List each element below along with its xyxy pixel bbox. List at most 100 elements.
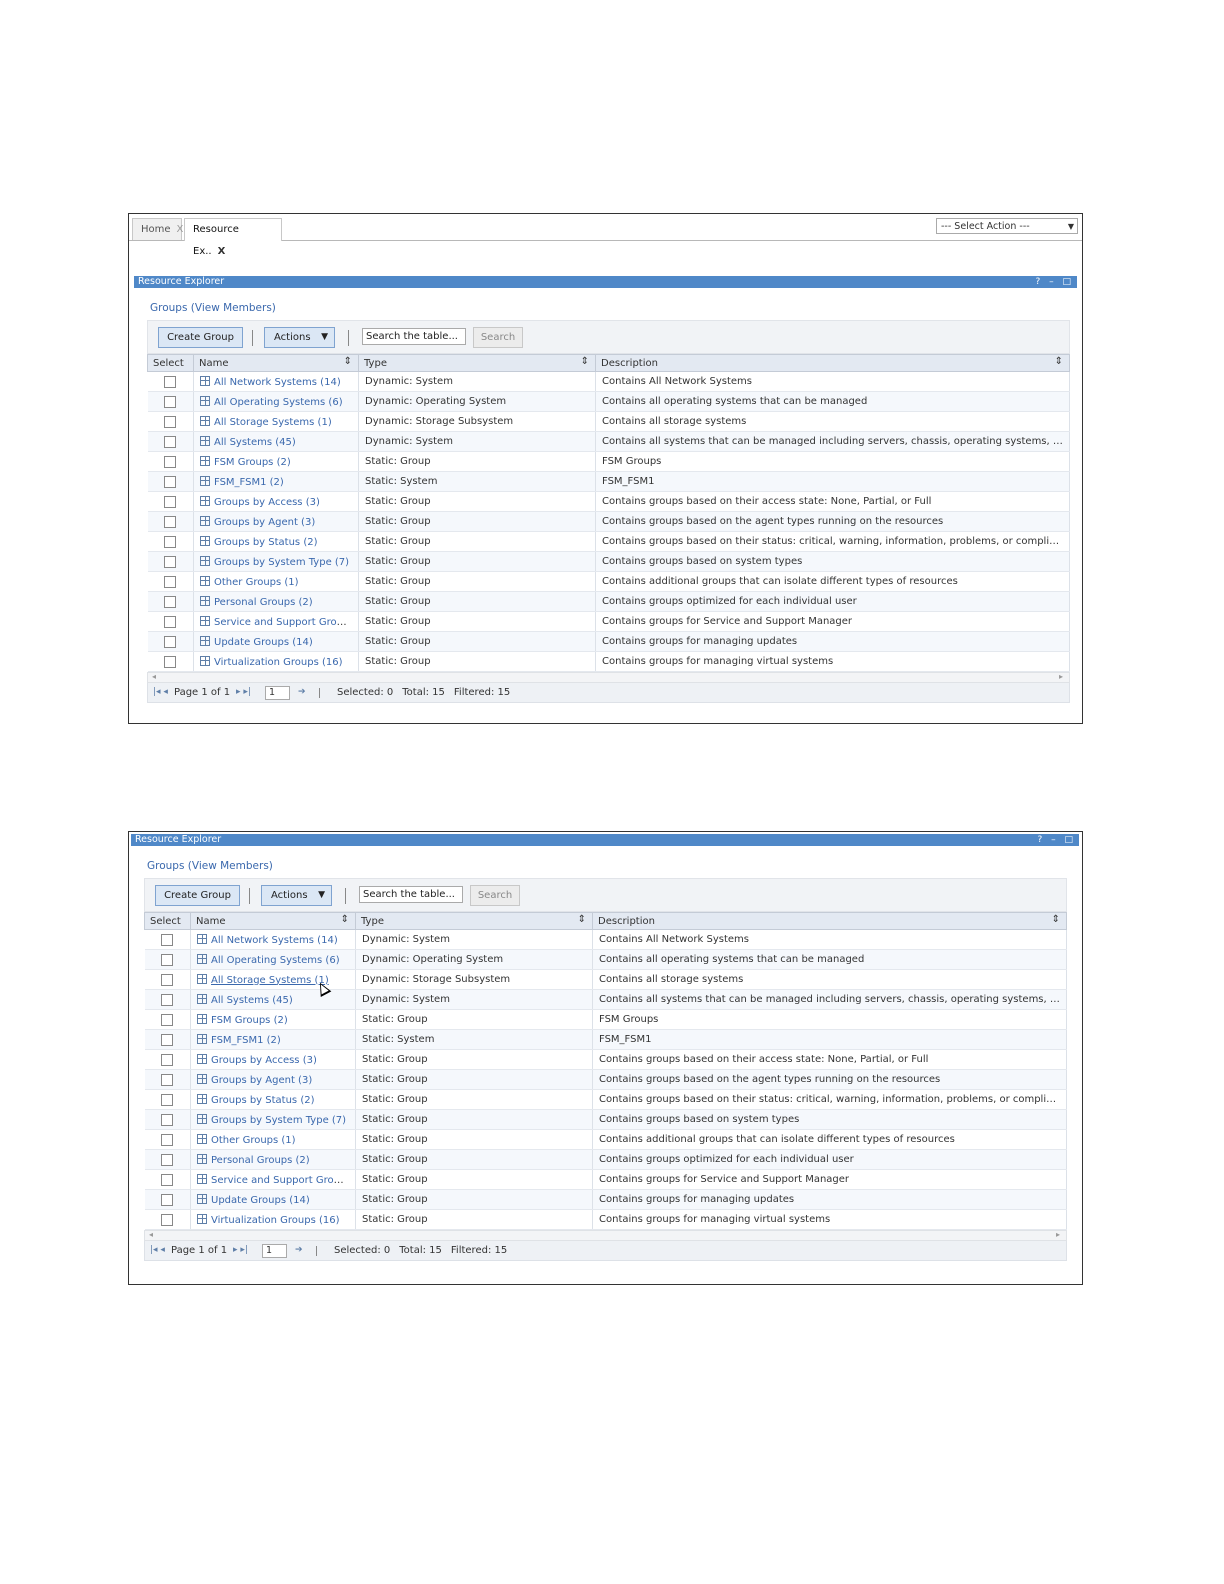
table-row[interactable]: Groups by System Type (7) Static: Group Co…	[147, 551, 1070, 572]
group-name-link[interactable]: All Storage Systems (1)	[214, 417, 332, 428]
go-icon[interactable]: ➔	[298, 683, 306, 702]
table-row[interactable]: Groups by Agent (3) Static: Group Contains…	[144, 1069, 1067, 1090]
go-icon[interactable]: ➔	[295, 1241, 303, 1260]
table-row[interactable]: Groups by Status (2) Static: Group Contain…	[144, 1089, 1067, 1110]
column-header-type[interactable]: Type ⇕	[355, 912, 593, 930]
sort-icon[interactable]: ⇕	[1055, 356, 1063, 367]
row-checkbox[interactable]	[164, 595, 177, 608]
group-name-link[interactable]: FSM Groups (2)	[214, 457, 291, 468]
scroll-left-icon[interactable]: ◂	[152, 672, 156, 681]
row-checkbox[interactable]	[161, 953, 174, 966]
row-checkbox[interactable]	[164, 655, 177, 668]
row-checkbox[interactable]	[161, 1113, 174, 1126]
table-row[interactable]: Service and Support Group... Static: Grou…	[144, 1169, 1067, 1190]
row-checkbox[interactable]	[164, 495, 177, 508]
column-header-description[interactable]: Description ⇕	[595, 354, 1070, 372]
group-name-link[interactable]: All Operating Systems (6)	[214, 397, 343, 408]
page-number-input[interactable]: 1	[262, 1244, 287, 1258]
row-checkbox[interactable]	[161, 993, 174, 1006]
table-row[interactable]: Virtualization Groups (16) Static: Group C…	[147, 651, 1070, 672]
table-row[interactable]: Personal Groups (2) Static: Group Contains…	[144, 1149, 1067, 1170]
column-header-name[interactable]: Name ⇕	[190, 912, 356, 930]
actions-button[interactable]: Actions ▼	[261, 885, 332, 906]
group-name-link[interactable]: Update Groups (14)	[214, 637, 313, 648]
row-checkbox[interactable]	[161, 933, 174, 946]
next-last-page-icon[interactable]: ▸ ▸|	[236, 683, 251, 702]
row-checkbox[interactable]	[164, 515, 177, 528]
group-name-link[interactable]: Groups by Access (3)	[211, 1055, 317, 1066]
table-row[interactable]: All Operating Systems (6) Dynamic: Operat…	[144, 949, 1067, 970]
close-icon[interactable]: X	[218, 246, 226, 257]
group-name-link[interactable]: Groups by System Type (7)	[214, 557, 349, 568]
row-checkbox[interactable]	[161, 1093, 174, 1106]
row-checkbox[interactable]	[161, 1133, 174, 1146]
group-name-link[interactable]: Personal Groups (2)	[214, 597, 313, 608]
column-header-name[interactable]: Name ⇕	[193, 354, 359, 372]
group-name-link[interactable]: Groups by Agent (3)	[214, 517, 315, 528]
table-row[interactable]: Other Groups (1) Static: Group Contains ad…	[144, 1129, 1067, 1150]
row-checkbox[interactable]	[161, 1193, 174, 1206]
groups-view-members-link[interactable]: Groups (View Members)	[150, 302, 1077, 314]
table-row[interactable]: Other Groups (1) Static: Group Contains ad…	[147, 571, 1070, 592]
group-name-link[interactable]: FSM_FSM1 (2)	[214, 477, 284, 488]
first-prev-page-icon[interactable]: |◂ ◂	[153, 683, 168, 702]
row-checkbox[interactable]	[164, 555, 177, 568]
sort-icon[interactable]: ⇕	[581, 356, 589, 367]
search-button[interactable]: Search	[473, 327, 523, 348]
horizontal-scrollbar[interactable]: ◂ ▸	[147, 672, 1070, 683]
search-input[interactable]: Search the table...	[362, 328, 466, 345]
table-row[interactable]: Update Groups (14) Static: Group Contains …	[147, 631, 1070, 652]
group-name-link[interactable]: Personal Groups (2)	[211, 1155, 310, 1166]
group-name-link[interactable]: Other Groups (1)	[211, 1135, 296, 1146]
sort-icon[interactable]: ⇕	[344, 356, 352, 367]
group-name-link[interactable]: All Operating Systems (6)	[211, 955, 340, 966]
group-name-link[interactable]: Other Groups (1)	[214, 577, 299, 588]
table-row[interactable]: All Storage Systems (1) Dynamic: Storage …	[147, 411, 1070, 432]
search-button[interactable]: Search	[470, 885, 520, 906]
row-checkbox[interactable]	[164, 535, 177, 548]
row-checkbox[interactable]	[164, 635, 177, 648]
row-checkbox[interactable]	[164, 575, 177, 588]
table-row[interactable]: Groups by Access (3) Static: Group Contain…	[147, 491, 1070, 512]
group-name-link[interactable]: FSM Groups (2)	[211, 1015, 288, 1026]
table-row[interactable]: FSM Groups (2) Static: Group FSM Groups	[147, 451, 1070, 472]
table-row[interactable]: Service and Support Group... Static: Grou…	[147, 611, 1070, 632]
column-header-description[interactable]: Description ⇕	[592, 912, 1067, 930]
table-row[interactable]: Groups by System Type (7) Static: Group Co…	[144, 1109, 1067, 1130]
first-prev-page-icon[interactable]: |◂ ◂	[150, 1241, 165, 1260]
group-name-link[interactable]: Service and Support Group...	[211, 1175, 355, 1186]
column-header-type[interactable]: Type ⇕	[358, 354, 596, 372]
table-row[interactable]: All Network Systems (14) Dynamic: System C…	[144, 929, 1067, 950]
row-checkbox[interactable]	[161, 973, 174, 986]
table-row[interactable]: FSM_FSM1 (2) Static: System FSM_FSM1	[144, 1029, 1067, 1050]
actions-button[interactable]: Actions ▼	[264, 327, 335, 348]
group-name-link[interactable]: All Storage Systems (1)	[211, 975, 329, 986]
horizontal-scrollbar[interactable]: ◂ ▸	[144, 1230, 1067, 1241]
row-checkbox[interactable]	[164, 615, 177, 628]
scroll-right-icon[interactable]: ▸	[1059, 672, 1063, 681]
page-number-input[interactable]: 1	[265, 686, 290, 700]
row-checkbox[interactable]	[161, 1033, 174, 1046]
close-icon[interactable]: X	[177, 224, 184, 235]
group-name-link[interactable]: All Network Systems (14)	[211, 935, 338, 946]
group-name-link[interactable]: Groups by Status (2)	[211, 1095, 315, 1106]
group-name-link[interactable]: Groups by Access (3)	[214, 497, 320, 508]
table-row[interactable]: Update Groups (14) Static: Group Contains …	[144, 1189, 1067, 1210]
table-row[interactable]: FSM_FSM1 (2) Static: System FSM_FSM1	[147, 471, 1070, 492]
sort-icon[interactable]: ⇕	[1052, 914, 1060, 925]
group-name-link[interactable]: All Systems (45)	[211, 995, 293, 1006]
scroll-right-icon[interactable]: ▸	[1056, 1230, 1060, 1239]
group-name-link[interactable]: Virtualization Groups (16)	[211, 1215, 340, 1226]
tab-home[interactable]: Home X	[132, 218, 184, 240]
group-name-link[interactable]: Groups by Status (2)	[214, 537, 318, 548]
row-checkbox[interactable]	[161, 1153, 174, 1166]
row-checkbox[interactable]	[161, 1173, 174, 1186]
create-group-button[interactable]: Create Group	[155, 885, 240, 906]
table-row[interactable]: All Storage Systems (1) Dynamic: Storage …	[144, 969, 1067, 990]
group-name-link[interactable]: All Network Systems (14)	[214, 377, 341, 388]
table-row[interactable]: Virtualization Groups (16) Static: Group C…	[144, 1209, 1067, 1230]
next-last-page-icon[interactable]: ▸ ▸|	[233, 1241, 248, 1260]
tab-resource-explorer[interactable]: Resource Ex.. X	[184, 218, 282, 257]
row-checkbox[interactable]	[161, 1213, 174, 1226]
portlet-tools[interactable]: ? – □	[1037, 834, 1076, 846]
